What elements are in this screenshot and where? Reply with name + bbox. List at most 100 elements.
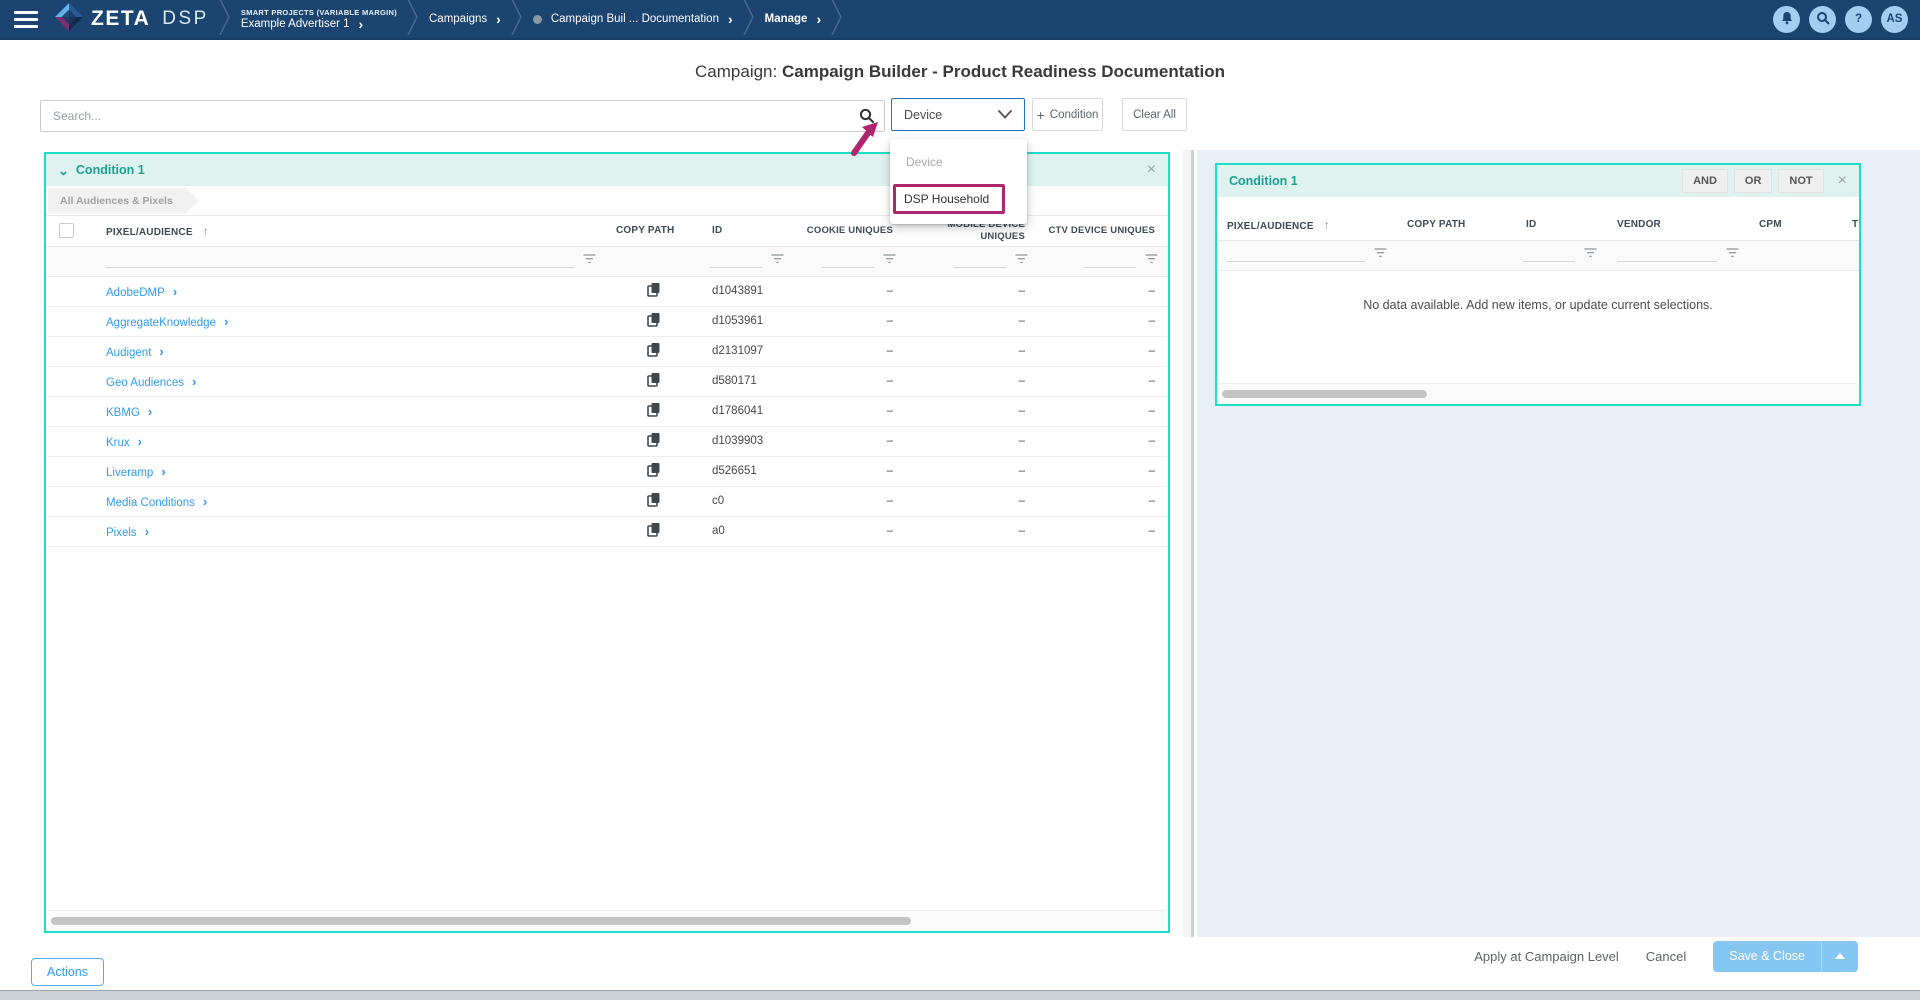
copy-path-icon[interactable] xyxy=(647,492,661,510)
avatar[interactable]: AS xyxy=(1881,6,1908,33)
chevron-right-icon[interactable]: › xyxy=(816,12,821,26)
audience-link[interactable]: Krux xyxy=(106,437,130,449)
brand-logo[interactable]: ZETA DSP xyxy=(54,2,209,37)
breadcrumb-manage[interactable]: Manage › xyxy=(765,12,822,26)
cancel-button[interactable]: Cancel xyxy=(1646,949,1686,964)
sort-up-icon[interactable]: ↑ xyxy=(1324,218,1330,232)
column-header-id[interactable]: ID xyxy=(1516,210,1607,240)
tab-all-audiences-pixels[interactable]: All Audiences & Pixels xyxy=(48,188,199,214)
filter-cell-vendor[interactable] xyxy=(1607,240,1749,270)
notifications-button[interactable] xyxy=(1773,6,1800,33)
copy-path-icon[interactable] xyxy=(647,522,661,540)
column-header-pixel-audience[interactable]: PIXEL/AUDIENCE↑ xyxy=(96,216,606,246)
chevron-right-icon[interactable]: › xyxy=(159,344,163,359)
table-row[interactable]: AggregateKnowledge› d1053961 – – – xyxy=(46,306,1168,336)
column-header-copy-path[interactable]: COPY PATH xyxy=(1397,210,1516,240)
filter-icon[interactable] xyxy=(883,254,896,267)
filter-icon[interactable] xyxy=(1145,254,1158,267)
horizontal-scrollbar[interactable] xyxy=(1219,383,1857,404)
filter-icon[interactable] xyxy=(1015,254,1028,267)
filter-cell-pixel-audience[interactable] xyxy=(96,246,606,276)
chevron-right-icon[interactable]: › xyxy=(359,17,364,31)
chevron-right-icon[interactable]: › xyxy=(138,434,142,449)
filter-icon[interactable] xyxy=(583,254,596,267)
audience-type-select[interactable]: Device xyxy=(891,98,1025,131)
audience-link[interactable]: KBMG xyxy=(106,407,140,419)
filter-cell-cookie[interactable] xyxy=(794,246,906,276)
breadcrumb-advertiser[interactable]: SMART PROJECTS (VARIABLE MARGIN) Example… xyxy=(241,8,397,31)
filter-cell-ctv[interactable] xyxy=(1038,246,1168,276)
column-header-id[interactable]: ID xyxy=(702,216,794,246)
copy-path-icon[interactable] xyxy=(647,312,661,330)
column-header-copy-path[interactable]: COPY PATH xyxy=(606,216,702,246)
audience-link[interactable]: Geo Audiences xyxy=(106,377,184,389)
sort-up-icon[interactable]: ↑ xyxy=(203,224,209,238)
chevron-right-icon[interactable]: › xyxy=(192,374,196,389)
chevron-right-icon[interactable]: › xyxy=(203,494,207,509)
audience-link[interactable]: AggregateKnowledge xyxy=(106,317,216,329)
breadcrumb-campaigns[interactable]: Campaigns › xyxy=(429,12,501,26)
chevron-right-icon[interactable]: › xyxy=(224,314,228,329)
column-header-cpm[interactable]: CPM xyxy=(1749,210,1842,240)
audience-link[interactable]: Liveramp xyxy=(106,467,153,479)
dropdown-option-dsp-household[interactable]: DSP Household xyxy=(893,184,1005,214)
help-button[interactable]: ? xyxy=(1845,6,1872,33)
horizontal-scrollbar[interactable] xyxy=(48,910,1166,931)
filter-icon[interactable] xyxy=(771,254,784,267)
search-icon[interactable] xyxy=(859,108,875,129)
chevron-right-icon[interactable]: › xyxy=(496,12,501,26)
scrollbar-thumb[interactable] xyxy=(1222,390,1427,398)
table-row[interactable]: KBMG› d1786041 – – – xyxy=(46,396,1168,426)
copy-path-icon[interactable] xyxy=(647,282,661,300)
table-row[interactable]: AdobeDMP› d1043891 – – – xyxy=(46,276,1168,306)
dropdown-option-device[interactable]: Device xyxy=(890,147,1027,177)
filter-cell-id[interactable] xyxy=(702,246,794,276)
apply-at-campaign-level-link[interactable]: Apply at Campaign Level xyxy=(1474,949,1619,964)
table-row[interactable]: Liveramp› d526651 – – – xyxy=(46,456,1168,486)
copy-path-icon[interactable] xyxy=(647,432,661,450)
select-all-checkbox[interactable] xyxy=(59,223,74,238)
search-input[interactable] xyxy=(53,101,853,131)
close-icon[interactable]: × xyxy=(1838,173,1847,189)
column-header-pixel-audience[interactable]: PIXEL/AUDIENCE↑ xyxy=(1217,210,1397,240)
copy-path-icon[interactable] xyxy=(647,462,661,480)
audience-link[interactable]: Pixels xyxy=(106,527,137,539)
filter-icon[interactable] xyxy=(1584,248,1597,261)
save-options-caret-button[interactable] xyxy=(1821,941,1858,972)
save-close-button[interactable]: Save & Close xyxy=(1713,941,1821,972)
hamburger-menu-icon[interactable] xyxy=(14,7,38,32)
close-icon[interactable]: × xyxy=(1147,162,1156,178)
table-row[interactable]: Pixels› a0 – – – xyxy=(46,516,1168,546)
copy-path-icon[interactable] xyxy=(647,342,661,360)
filter-cell-pixel-audience[interactable] xyxy=(1217,240,1397,270)
filter-cell-id[interactable] xyxy=(1516,240,1607,270)
audience-link[interactable]: AdobeDMP xyxy=(106,287,165,299)
copy-path-icon[interactable] xyxy=(647,372,661,390)
audience-link[interactable]: Media Conditions xyxy=(106,497,195,509)
chevron-right-icon[interactable]: › xyxy=(148,404,152,419)
copy-path-icon[interactable] xyxy=(647,402,661,420)
audience-link[interactable]: Audigent xyxy=(106,347,151,359)
not-operator-button[interactable]: NOT xyxy=(1778,169,1823,193)
column-header-tim[interactable]: TIM xyxy=(1842,210,1859,240)
and-operator-button[interactable]: AND xyxy=(1682,169,1728,193)
column-header-vendor[interactable]: VENDOR xyxy=(1607,210,1749,240)
chevron-right-icon[interactable]: › xyxy=(728,12,733,26)
table-row[interactable]: Media Conditions› c0 – – – xyxy=(46,486,1168,516)
column-header-ctv-device-uniques[interactable]: CTV DEVICE UNIQUES xyxy=(1038,216,1168,246)
breadcrumb-campaign[interactable]: Campaign Buil ... Documentation › xyxy=(533,12,733,26)
filter-cell-mobile[interactable] xyxy=(906,246,1038,276)
filter-icon[interactable] xyxy=(1726,248,1739,261)
chevron-right-icon[interactable]: › xyxy=(173,284,177,299)
or-operator-button[interactable]: OR xyxy=(1734,169,1773,193)
chevron-right-icon[interactable]: › xyxy=(161,464,165,479)
global-search-button[interactable] xyxy=(1809,6,1836,33)
scrollbar-thumb[interactable] xyxy=(51,917,911,925)
add-condition-button[interactable]: + Condition xyxy=(1032,98,1103,131)
clear-all-button[interactable]: Clear All xyxy=(1122,98,1187,131)
actions-button[interactable]: Actions xyxy=(31,958,104,986)
table-row[interactable]: Krux› d1039903 – – – xyxy=(46,426,1168,456)
chevron-down-icon[interactable]: ⌄ xyxy=(58,164,69,177)
table-row[interactable]: Audigent› d2131097 – – – xyxy=(46,336,1168,366)
chevron-right-icon[interactable]: › xyxy=(145,524,149,539)
